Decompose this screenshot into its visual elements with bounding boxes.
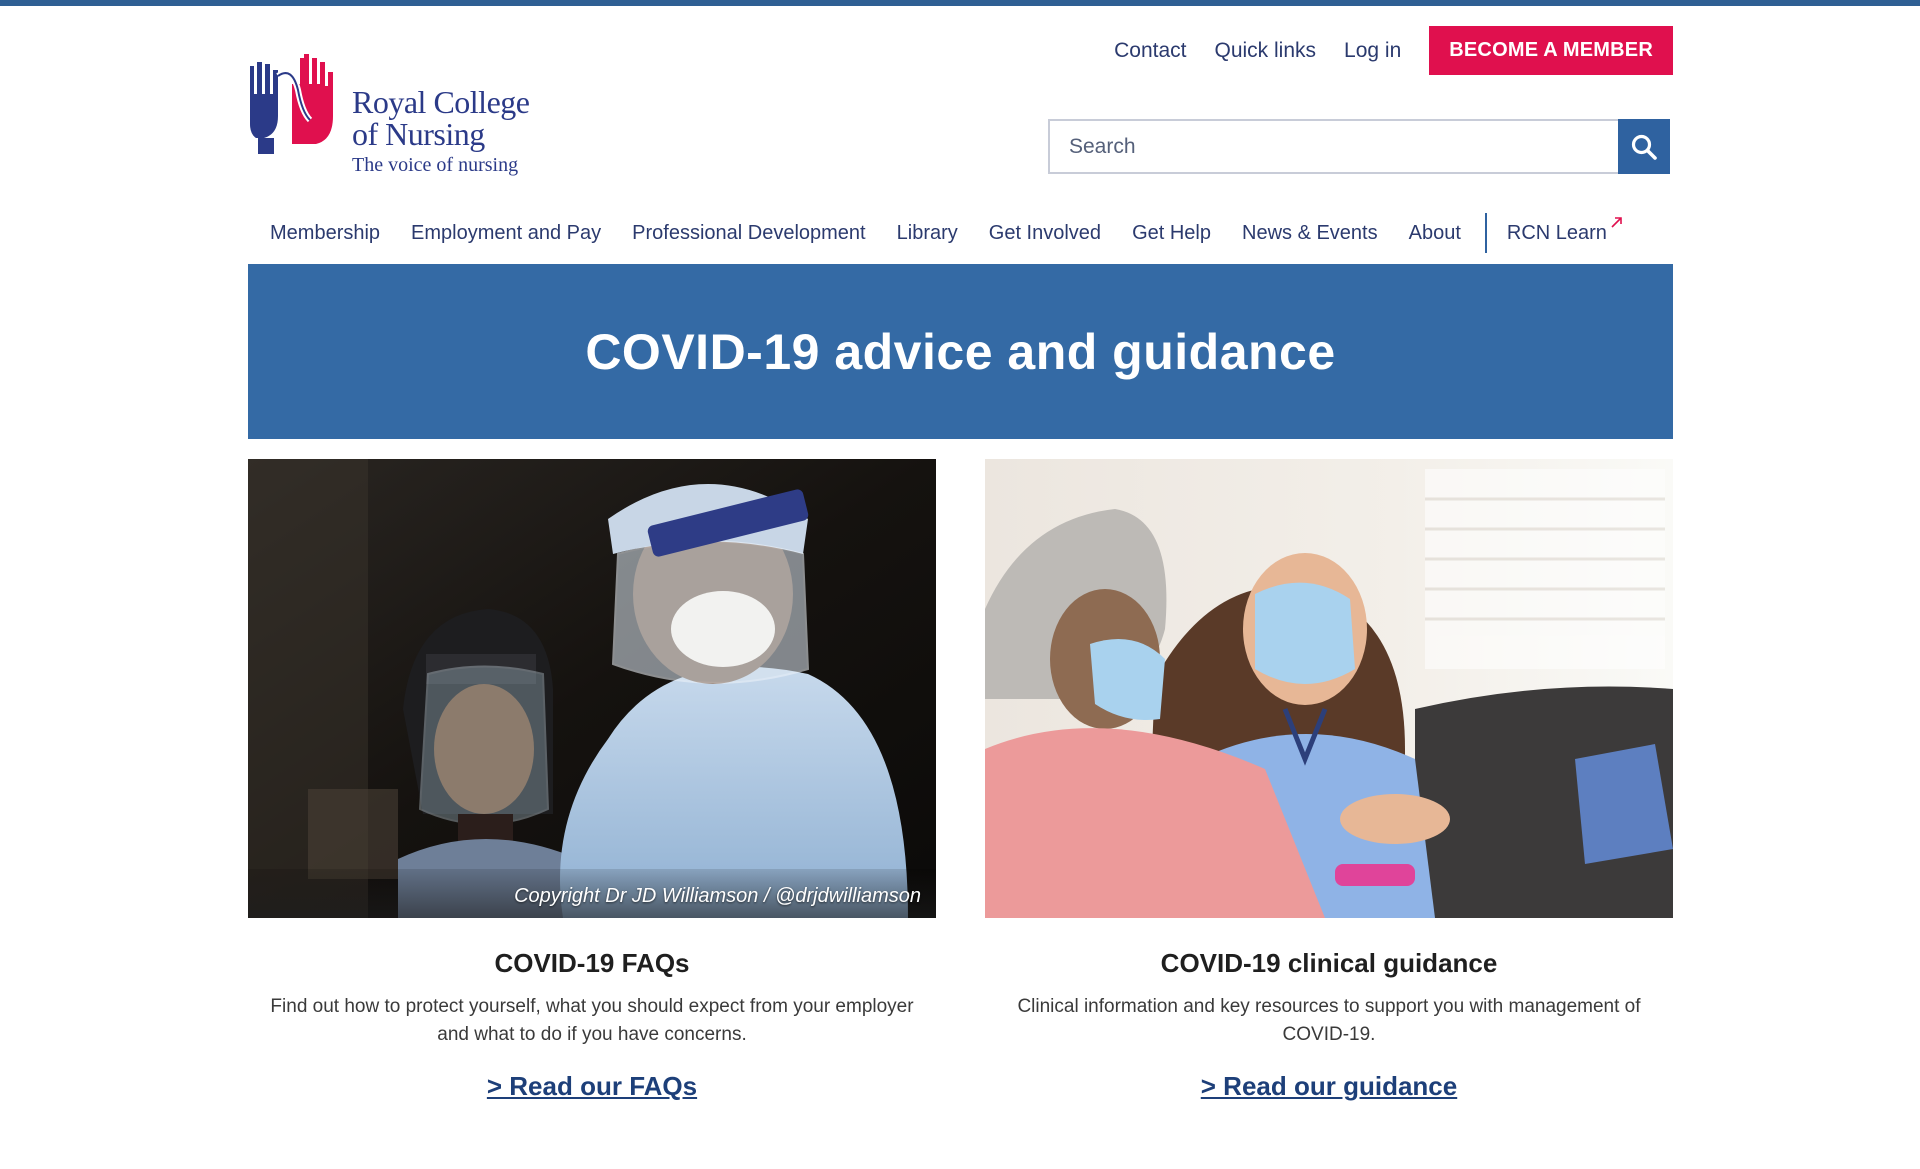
- card-faqs: Copyright Dr JD Williamson / @drjdwillia…: [248, 459, 936, 1102]
- photo-credit: Copyright Dr JD Williamson / @drjdwillia…: [514, 885, 921, 907]
- rcn-logo[interactable]: Royal College of Nursing The voice of nu…: [248, 54, 530, 182]
- logo-wordmark: Royal College of Nursing The voice of nu…: [352, 84, 530, 178]
- card-guidance-image[interactable]: [985, 459, 1673, 918]
- main-nav: Membership Employment and Pay Profession…: [248, 213, 1672, 253]
- read-faqs-link[interactable]: > Read our FAQs: [248, 1071, 936, 1102]
- card-faqs-image[interactable]: Copyright Dr JD Williamson / @drjdwillia…: [248, 459, 936, 918]
- card-faqs-description: Find out how to protect yourself, what y…: [270, 996, 914, 1045]
- card-faqs-title: COVID-19 FAQs: [494, 948, 690, 978]
- nav-news-and-events[interactable]: News & Events: [1242, 222, 1378, 245]
- search-icon: [1631, 134, 1657, 160]
- search-form: [1048, 119, 1670, 174]
- logo-line-1: Royal College: [352, 84, 530, 120]
- page-title: COVID-19 advice and guidance: [585, 323, 1336, 380]
- nurse-with-patient-photo: [985, 459, 1673, 918]
- nav-get-involved[interactable]: Get Involved: [989, 222, 1101, 245]
- top-accent-bar: [0, 0, 1920, 6]
- search-button[interactable]: [1618, 119, 1670, 174]
- logo-tagline: The voice of nursing: [352, 154, 519, 176]
- read-guidance-link[interactable]: > Read our guidance: [985, 1071, 1673, 1102]
- utility-nav: Contact Quick links Log in BECOME A MEMB…: [1114, 26, 1673, 75]
- card-guidance-description: Clinical information and key resources t…: [1017, 996, 1641, 1045]
- login-link[interactable]: Log in: [1344, 39, 1401, 63]
- nav-professional-development[interactable]: Professional Development: [632, 222, 865, 245]
- nav-employment-and-pay[interactable]: Employment and Pay: [411, 222, 601, 245]
- nav-divider: [1484, 213, 1487, 253]
- page-banner: COVID-19 advice and guidance: [248, 264, 1673, 439]
- external-link-icon: [1611, 216, 1622, 228]
- rcn-hands-logo-icon: [250, 54, 333, 154]
- become-member-button[interactable]: BECOME A MEMBER: [1429, 26, 1673, 75]
- contact-link[interactable]: Contact: [1114, 39, 1186, 63]
- nav-membership[interactable]: Membership: [270, 222, 380, 245]
- nav-about[interactable]: About: [1409, 222, 1461, 245]
- logo-line-2: of Nursing: [352, 116, 485, 152]
- nav-get-help[interactable]: Get Help: [1132, 222, 1211, 245]
- nav-rcn-learn[interactable]: RCN Learn: [1506, 216, 1623, 245]
- card-guidance-title: COVID-19 clinical guidance: [1160, 948, 1498, 978]
- card-clinical-guidance: COVID-19 clinical guidance Clinical info…: [985, 459, 1673, 1102]
- quick-links-link[interactable]: Quick links: [1215, 39, 1317, 63]
- search-input[interactable]: [1048, 119, 1618, 174]
- nav-rcn-learn-label: RCN Learn: [1506, 221, 1607, 244]
- nav-library[interactable]: Library: [897, 222, 958, 245]
- healthcare-workers-ppe-photo: [248, 459, 936, 918]
